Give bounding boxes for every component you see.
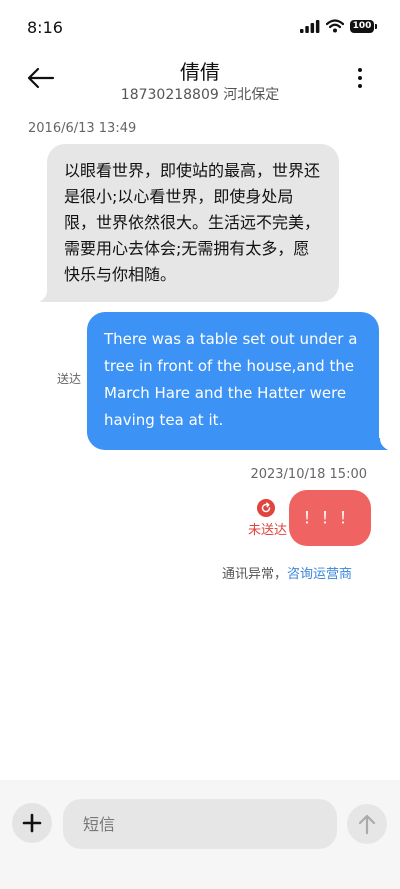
received-message-bubble[interactable]: 以眼看世界，即使站的最高，世界还是很小;以心看世界，即使身处局限，世界依然很大。… [39, 144, 339, 302]
failed-message-bubble[interactable]: ！！！ [289, 490, 371, 546]
compose-bar [0, 780, 400, 889]
status-bar: 8:16 100 [0, 0, 400, 56]
sms-input[interactable] [63, 799, 337, 849]
bubble-tail [39, 290, 53, 302]
send-button[interactable] [347, 804, 387, 844]
battery-icon: 100 [350, 19, 377, 33]
contact-name: 倩倩 [180, 60, 220, 84]
conversation-header: 倩倩 18730218809 河北保定 [0, 56, 400, 106]
signal-icon [300, 19, 320, 33]
retry-icon [257, 499, 275, 517]
retry-button[interactable] [257, 499, 275, 517]
not-sent-status: 未送达 [248, 523, 288, 538]
wifi-icon [326, 19, 344, 33]
error-text: 通讯异常， [221, 567, 287, 582]
more-vertical-icon [358, 68, 362, 88]
sent-message-bubble[interactable]: There was a table set out under a tree i… [87, 312, 388, 450]
error-notice: 通讯异常，咨询运营商 [222, 563, 352, 582]
contact-carrier-link[interactable]: 咨询运营商 [287, 567, 352, 582]
message-timestamp: 2023/10/18 15:00 [250, 467, 367, 482]
sent-message-text: There was a table set out under a tree i… [104, 330, 358, 429]
add-attachment-button[interactable] [12, 803, 52, 843]
contact-subtitle: 18730218809 河北保定 [120, 87, 280, 103]
plus-icon [22, 813, 42, 833]
received-message-text: 以眼看世界，即使站的最高，世界还是很小;以心看世界，即使身处局限，世界依然很大。… [64, 161, 321, 284]
more-options-button[interactable] [350, 64, 370, 92]
send-arrow-up-icon [358, 814, 376, 835]
bubble-tail [374, 438, 388, 450]
message-timestamp: 2016/6/13 13:49 [28, 121, 137, 136]
delivered-status: 送达 [57, 372, 82, 386]
status-icons: 100 [300, 19, 377, 33]
status-time: 8:16 [27, 18, 63, 37]
